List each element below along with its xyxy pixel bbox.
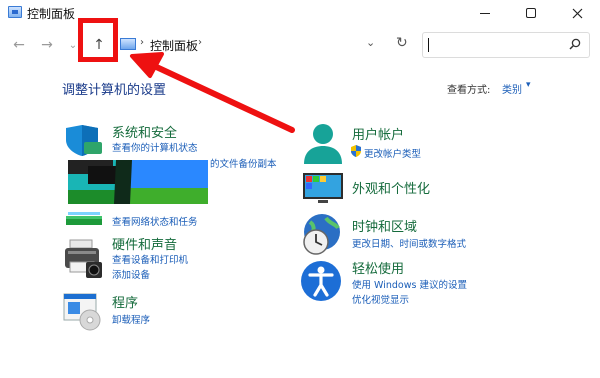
caret-down-icon[interactable]: ▾ xyxy=(526,80,531,90)
window-title: 控制面板 xyxy=(27,7,76,21)
minimize-button[interactable] xyxy=(462,0,508,26)
address-dropdown-icon[interactable]: ⌄ xyxy=(366,36,375,49)
link-change-date-time-format[interactable]: 更改日期、时间或数字格式 xyxy=(352,236,466,250)
back-button[interactable]: ← xyxy=(8,34,30,56)
category-clock-region[interactable]: 时钟和区域 xyxy=(352,216,417,235)
user-accounts-icon[interactable] xyxy=(302,122,344,166)
address-bar[interactable]: › 控制面板 › ⌄ ↻ xyxy=(116,33,416,57)
category-programs[interactable]: 程序 xyxy=(112,292,138,311)
link-view-computer-status[interactable]: 查看你的计算机状态 xyxy=(112,140,198,154)
link-backup-partial[interactable]: 的文件备份副本 xyxy=(210,156,277,170)
arrow-right-icon: → xyxy=(41,37,53,53)
link-optimize-visual-display[interactable]: 优化视觉显示 xyxy=(352,292,409,306)
monitor-icon[interactable] xyxy=(302,172,344,204)
chevron-down-icon: ⌄ xyxy=(68,39,78,51)
view-by-label: 查看方式: xyxy=(447,85,491,96)
link-use-recommended-settings[interactable]: 使用 Windows 建议的设置 xyxy=(352,277,467,291)
arrow-left-icon: ← xyxy=(13,37,25,53)
forward-button[interactable]: → xyxy=(36,34,58,56)
close-button[interactable] xyxy=(554,0,600,26)
view-by: 查看方式: 类别 ▾ xyxy=(447,80,531,96)
breadcrumb-control-panel[interactable]: 控制面板 xyxy=(150,37,198,54)
minimize-icon xyxy=(480,12,490,14)
breadcrumb-separator-icon[interactable]: › xyxy=(140,37,144,48)
programs-icon[interactable] xyxy=(62,292,104,332)
category-system-security[interactable]: 系统和安全 xyxy=(112,122,177,141)
search-input[interactable] xyxy=(422,32,590,58)
category-user-accounts[interactable]: 用户帐户 xyxy=(352,124,404,143)
page-title: 调整计算机的设置 xyxy=(62,83,167,98)
search-icon[interactable] xyxy=(568,37,582,51)
control-panel-icon xyxy=(8,6,22,18)
printer-icon[interactable] xyxy=(64,238,104,280)
category-appearance[interactable]: 外观和个性化 xyxy=(352,178,430,197)
pasted-screenshot-fragment xyxy=(68,160,208,204)
category-hardware-sound[interactable]: 硬件和声音 xyxy=(112,234,177,253)
uac-shield-icon xyxy=(351,145,361,157)
refresh-icon[interactable]: ↻ xyxy=(396,35,408,51)
clock-globe-icon[interactable] xyxy=(300,212,344,258)
link-change-account-type[interactable]: 更改帐户类型 xyxy=(364,146,421,160)
text-caret xyxy=(428,38,429,52)
control-panel-icon xyxy=(120,38,136,50)
up-button-highlight-box xyxy=(78,18,118,62)
breadcrumb-separator-icon[interactable]: › xyxy=(198,37,202,48)
maximize-icon xyxy=(526,8,536,18)
maximize-button[interactable] xyxy=(508,0,554,26)
network-icon[interactable] xyxy=(66,212,104,228)
shield-icon[interactable] xyxy=(64,124,104,156)
link-view-network-status[interactable]: 查看网络状态和任务 xyxy=(112,214,198,228)
view-by-dropdown[interactable]: 类别 xyxy=(502,81,522,96)
category-ease-of-access[interactable]: 轻松使用 xyxy=(352,258,404,277)
accessibility-icon[interactable] xyxy=(300,260,342,302)
close-icon xyxy=(572,8,582,18)
link-add-device[interactable]: 添加设备 xyxy=(112,267,150,281)
link-view-devices-printers[interactable]: 查看设备和打印机 xyxy=(112,252,188,266)
link-uninstall-program[interactable]: 卸载程序 xyxy=(112,312,150,326)
